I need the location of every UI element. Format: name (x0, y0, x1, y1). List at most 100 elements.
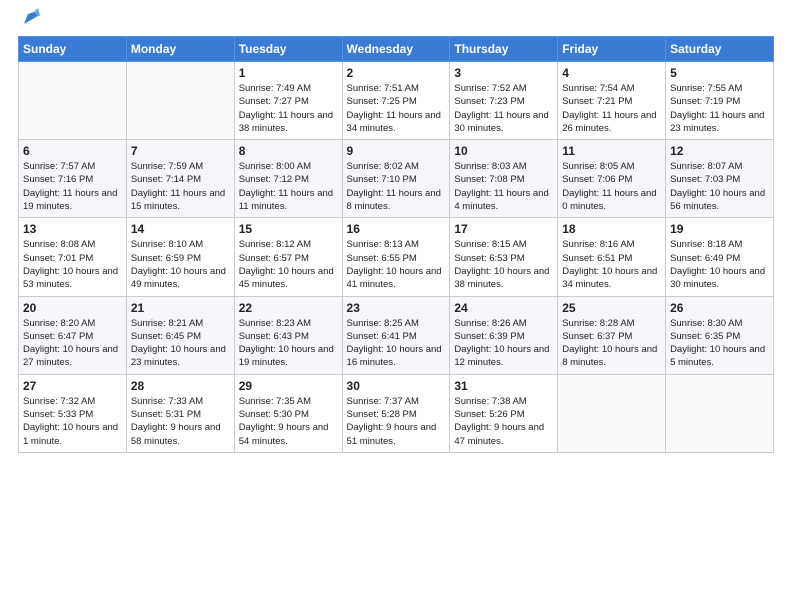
calendar-cell: 26 Sunrise: 8:30 AMSunset: 6:35 PMDayligh… (666, 296, 774, 374)
calendar-cell: 16 Sunrise: 8:13 AMSunset: 6:55 PMDayligh… (342, 218, 450, 296)
calendar-cell: 27 Sunrise: 7:32 AMSunset: 5:33 PMDayligh… (19, 374, 127, 452)
calendar-cell: 9 Sunrise: 8:02 AMSunset: 7:10 PMDaylight… (342, 140, 450, 218)
day-number: 13 (23, 222, 122, 236)
calendar-cell: 2Sunrise: 7:51 AMSunset: 7:25 PMDaylight… (342, 62, 450, 140)
day-info: Sunrise: 8:08 AMSunset: 7:01 PMDaylight:… (23, 238, 122, 291)
day-info: Sunrise: 7:37 AMSunset: 5:28 PMDaylight:… (347, 395, 446, 448)
weekday-header-thursday: Thursday (450, 37, 558, 62)
calendar-cell: 6 Sunrise: 7:57 AMSunset: 7:16 PMDaylight… (19, 140, 127, 218)
calendar-cell: 3Sunrise: 7:52 AMSunset: 7:23 PMDaylight… (450, 62, 558, 140)
day-number: 25 (562, 301, 661, 315)
day-info: Sunrise: 7:51 AMSunset: 7:25 PMDaylight:… (347, 82, 446, 135)
day-info: Sunrise: 8:23 AMSunset: 6:43 PMDaylight:… (239, 317, 338, 370)
day-info: Sunrise: 7:59 AMSunset: 7:14 PMDaylight:… (131, 160, 230, 213)
logo-text (18, 14, 42, 28)
calendar-cell: 19 Sunrise: 8:18 AMSunset: 6:49 PMDayligh… (666, 218, 774, 296)
week-row-1: 1 Sunrise: 7:49 AMSunset: 7:27 PMDaylight… (19, 62, 774, 140)
day-info: Sunrise: 7:55 AMSunset: 7:19 PMDaylight:… (670, 82, 769, 135)
calendar-cell: 10Sunrise: 8:03 AMSunset: 7:08 PMDayligh… (450, 140, 558, 218)
calendar-cell: 22 Sunrise: 8:23 AMSunset: 6:43 PMDayligh… (234, 296, 342, 374)
calendar-cell: 18Sunrise: 8:16 AMSunset: 6:51 PMDayligh… (558, 218, 666, 296)
calendar-cell: 8Sunrise: 8:00 AMSunset: 7:12 PMDaylight… (234, 140, 342, 218)
calendar-cell (558, 374, 666, 452)
week-row-4: 20 Sunrise: 8:20 AMSunset: 6:47 PMDayligh… (19, 296, 774, 374)
calendar-cell: 11Sunrise: 8:05 AMSunset: 7:06 PMDayligh… (558, 140, 666, 218)
day-number: 4 (562, 66, 661, 80)
day-info: Sunrise: 8:21 AMSunset: 6:45 PMDaylight:… (131, 317, 230, 370)
day-number: 6 (23, 144, 122, 158)
day-number: 26 (670, 301, 769, 315)
day-info: Sunrise: 8:25 AMSunset: 6:41 PMDaylight:… (347, 317, 446, 370)
day-number: 21 (131, 301, 230, 315)
calendar-cell: 28 Sunrise: 7:33 AMSunset: 5:31 PMDayligh… (126, 374, 234, 452)
weekday-header-tuesday: Tuesday (234, 37, 342, 62)
calendar-cell: 4 Sunrise: 7:54 AMSunset: 7:21 PMDaylight… (558, 62, 666, 140)
day-number: 27 (23, 379, 122, 393)
calendar-cell: 29 Sunrise: 7:35 AMSunset: 5:30 PMDayligh… (234, 374, 342, 452)
calendar-cell: 15 Sunrise: 8:12 AMSunset: 6:57 PMDayligh… (234, 218, 342, 296)
day-info: Sunrise: 7:57 AMSunset: 7:16 PMDaylight:… (23, 160, 122, 213)
day-number: 19 (670, 222, 769, 236)
logo-icon (20, 6, 42, 28)
day-info: Sunrise: 8:13 AMSunset: 6:55 PMDaylight:… (347, 238, 446, 291)
day-info: Sunrise: 8:30 AMSunset: 6:35 PMDaylight:… (670, 317, 769, 370)
calendar-cell: 24Sunrise: 8:26 AMSunset: 6:39 PMDayligh… (450, 296, 558, 374)
calendar-cell: 12 Sunrise: 8:07 AMSunset: 7:03 PMDayligh… (666, 140, 774, 218)
day-number: 22 (239, 301, 338, 315)
day-info: Sunrise: 8:02 AMSunset: 7:10 PMDaylight:… (347, 160, 446, 213)
weekday-header-saturday: Saturday (666, 37, 774, 62)
day-info: Sunrise: 7:49 AMSunset: 7:27 PMDaylight:… (239, 82, 338, 135)
day-number: 12 (670, 144, 769, 158)
day-info: Sunrise: 7:35 AMSunset: 5:30 PMDaylight:… (239, 395, 338, 448)
calendar-cell: 1 Sunrise: 7:49 AMSunset: 7:27 PMDaylight… (234, 62, 342, 140)
calendar-cell: 31Sunrise: 7:38 AMSunset: 5:26 PMDayligh… (450, 374, 558, 452)
calendar-page: SundayMondayTuesdayWednesdayThursdayFrid… (0, 0, 792, 612)
calendar-cell: 25Sunrise: 8:28 AMSunset: 6:37 PMDayligh… (558, 296, 666, 374)
calendar-cell (19, 62, 127, 140)
week-row-5: 27 Sunrise: 7:32 AMSunset: 5:33 PMDayligh… (19, 374, 774, 452)
day-number: 15 (239, 222, 338, 236)
day-number: 9 (347, 144, 446, 158)
day-number: 17 (454, 222, 553, 236)
calendar-cell: 30 Sunrise: 7:37 AMSunset: 5:28 PMDayligh… (342, 374, 450, 452)
day-info: Sunrise: 8:07 AMSunset: 7:03 PMDaylight:… (670, 160, 769, 213)
calendar-cell: 17Sunrise: 8:15 AMSunset: 6:53 PMDayligh… (450, 218, 558, 296)
day-number: 29 (239, 379, 338, 393)
weekday-header-friday: Friday (558, 37, 666, 62)
day-number: 20 (23, 301, 122, 315)
day-info: Sunrise: 7:38 AMSunset: 5:26 PMDaylight:… (454, 395, 553, 448)
day-info: Sunrise: 8:10 AMSunset: 6:59 PMDaylight:… (131, 238, 230, 291)
week-row-3: 13 Sunrise: 8:08 AMSunset: 7:01 PMDayligh… (19, 218, 774, 296)
day-info: Sunrise: 8:05 AMSunset: 7:06 PMDaylight:… (562, 160, 661, 213)
calendar-cell (126, 62, 234, 140)
page-header (18, 10, 774, 28)
day-number: 28 (131, 379, 230, 393)
day-info: Sunrise: 7:32 AMSunset: 5:33 PMDaylight:… (23, 395, 122, 448)
day-number: 1 (239, 66, 338, 80)
weekday-header-sunday: Sunday (19, 37, 127, 62)
day-info: Sunrise: 8:03 AMSunset: 7:08 PMDaylight:… (454, 160, 553, 213)
calendar-cell: 21 Sunrise: 8:21 AMSunset: 6:45 PMDayligh… (126, 296, 234, 374)
day-info: Sunrise: 7:52 AMSunset: 7:23 PMDaylight:… (454, 82, 553, 135)
day-info: Sunrise: 8:20 AMSunset: 6:47 PMDaylight:… (23, 317, 122, 370)
day-info: Sunrise: 7:33 AMSunset: 5:31 PMDaylight:… (131, 395, 230, 448)
day-info: Sunrise: 8:12 AMSunset: 6:57 PMDaylight:… (239, 238, 338, 291)
day-info: Sunrise: 8:18 AMSunset: 6:49 PMDaylight:… (670, 238, 769, 291)
calendar-cell: 23 Sunrise: 8:25 AMSunset: 6:41 PMDayligh… (342, 296, 450, 374)
calendar-cell: 14 Sunrise: 8:10 AMSunset: 6:59 PMDayligh… (126, 218, 234, 296)
calendar-cell: 20 Sunrise: 8:20 AMSunset: 6:47 PMDayligh… (19, 296, 127, 374)
logo (18, 14, 42, 28)
day-number: 23 (347, 301, 446, 315)
weekday-header-row: SundayMondayTuesdayWednesdayThursdayFrid… (19, 37, 774, 62)
day-info: Sunrise: 8:00 AMSunset: 7:12 PMDaylight:… (239, 160, 338, 213)
calendar-cell: 13 Sunrise: 8:08 AMSunset: 7:01 PMDayligh… (19, 218, 127, 296)
week-row-2: 6 Sunrise: 7:57 AMSunset: 7:16 PMDaylight… (19, 140, 774, 218)
calendar-table: SundayMondayTuesdayWednesdayThursdayFrid… (18, 36, 774, 453)
day-info: Sunrise: 7:54 AMSunset: 7:21 PMDaylight:… (562, 82, 661, 135)
weekday-header-monday: Monday (126, 37, 234, 62)
day-number: 7 (131, 144, 230, 158)
day-number: 30 (347, 379, 446, 393)
day-number: 16 (347, 222, 446, 236)
day-number: 14 (131, 222, 230, 236)
weekday-header-wednesday: Wednesday (342, 37, 450, 62)
